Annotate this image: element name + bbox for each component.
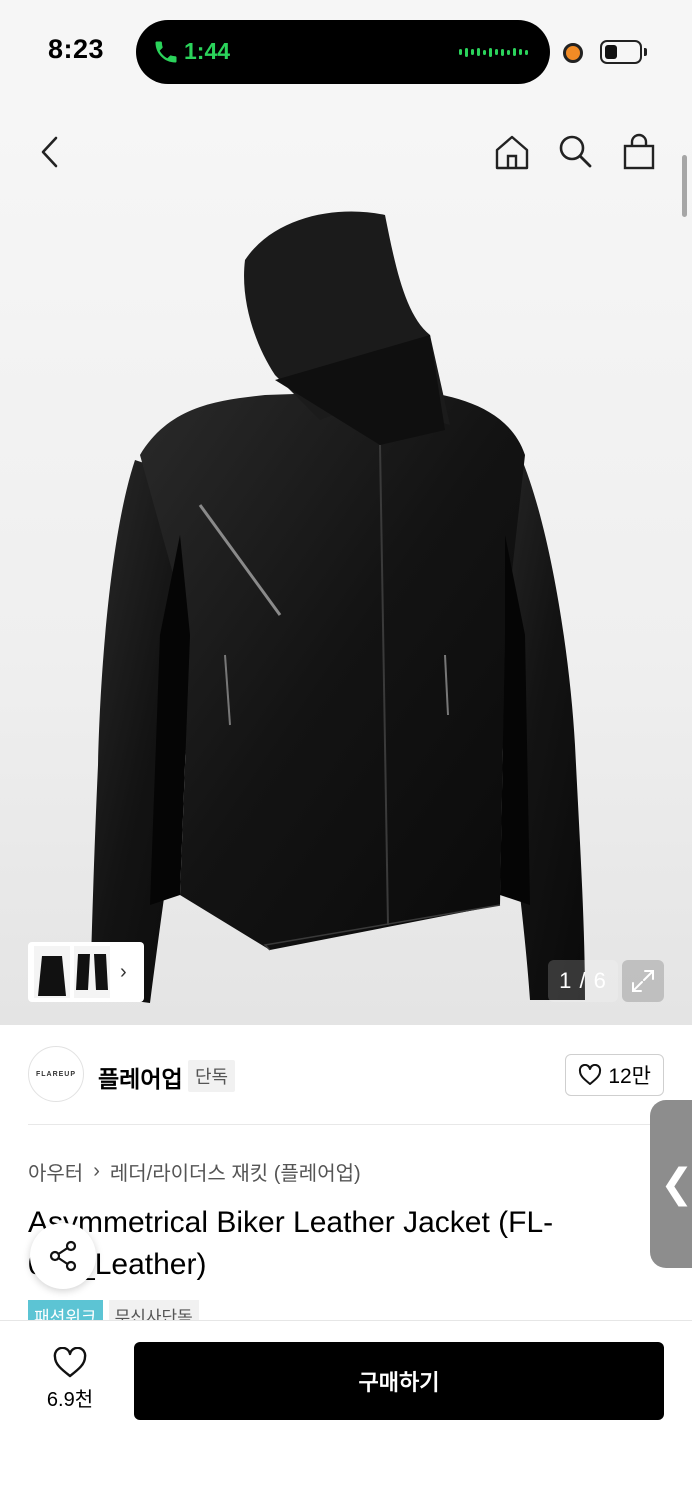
audio-waveform-icon (459, 46, 528, 58)
shopping-bag-icon (623, 133, 655, 170)
fullscreen-button[interactable] (622, 960, 664, 1002)
status-bar: 8:23 1:44 (0, 0, 692, 100)
gallery-thumbnail-strip[interactable]: › (28, 942, 144, 1002)
recording-indicator-icon (563, 43, 583, 63)
breadcrumb-subcategory[interactable]: 레더/라이더스 재킷 (플레어업) (110, 1157, 361, 1186)
heart-icon (53, 1347, 87, 1378)
brand-name[interactable]: 플레어업 (98, 1060, 183, 1094)
exclusive-badge: 단독 (188, 1060, 236, 1092)
clock: 8:23 (48, 34, 105, 64)
chevron-left-icon (41, 136, 58, 168)
image-counter: 1 / 6 (548, 960, 618, 1002)
expand-icon (632, 970, 654, 992)
breadcrumb-separator-icon: › (93, 1160, 100, 1182)
buy-button[interactable]: 구매하기 (134, 1342, 664, 1420)
home-icon (495, 135, 529, 170)
side-drawer-tab[interactable]: ❮ (650, 1100, 692, 1268)
heart-icon (579, 1064, 602, 1085)
search-icon (559, 135, 592, 168)
share-icon (49, 1240, 77, 1272)
wishlist-button[interactable]: 6.9천 (30, 1347, 110, 1412)
product-title: Asymmetrical Biker Leather Jacket (FL-04… (28, 1206, 554, 1281)
cart-button[interactable] (617, 130, 661, 174)
home-button[interactable] (490, 130, 534, 174)
breadcrumb: 아우터 › 레더/라이더스 재킷 (플레어업) (28, 1157, 361, 1186)
battery-icon (600, 40, 642, 64)
dynamic-island-call[interactable]: 1:44 (136, 20, 550, 84)
scroll-indicator[interactable] (682, 155, 687, 217)
wishlist-count: 6.9천 (46, 1389, 94, 1411)
brand-logo[interactable]: FLAREUP (28, 1046, 84, 1102)
thumbnail-2[interactable] (74, 946, 110, 998)
breadcrumb-category[interactable]: 아우터 (28, 1157, 83, 1186)
thumbnail-1[interactable] (34, 946, 70, 998)
product-gallery[interactable]: › 1 / 6 (0, 100, 692, 1025)
brand-like-count: 12만 (608, 1065, 651, 1088)
share-button[interactable] (30, 1223, 96, 1289)
search-button[interactable] (553, 130, 597, 174)
brand-row: FLAREUP 플레어업 단독 12만 (28, 1046, 664, 1104)
battery-cap (644, 48, 647, 56)
bottom-action-bar: 6.9천 구매하기 (0, 1320, 692, 1500)
divider (28, 1124, 664, 1125)
brand-like-button[interactable]: 12만 (565, 1054, 664, 1096)
chevron-right-icon[interactable]: › (120, 961, 127, 984)
back-button[interactable] (28, 130, 72, 174)
call-duration: 1:44 (184, 38, 231, 64)
product-image (90, 211, 585, 1003)
phone-icon (155, 41, 177, 63)
